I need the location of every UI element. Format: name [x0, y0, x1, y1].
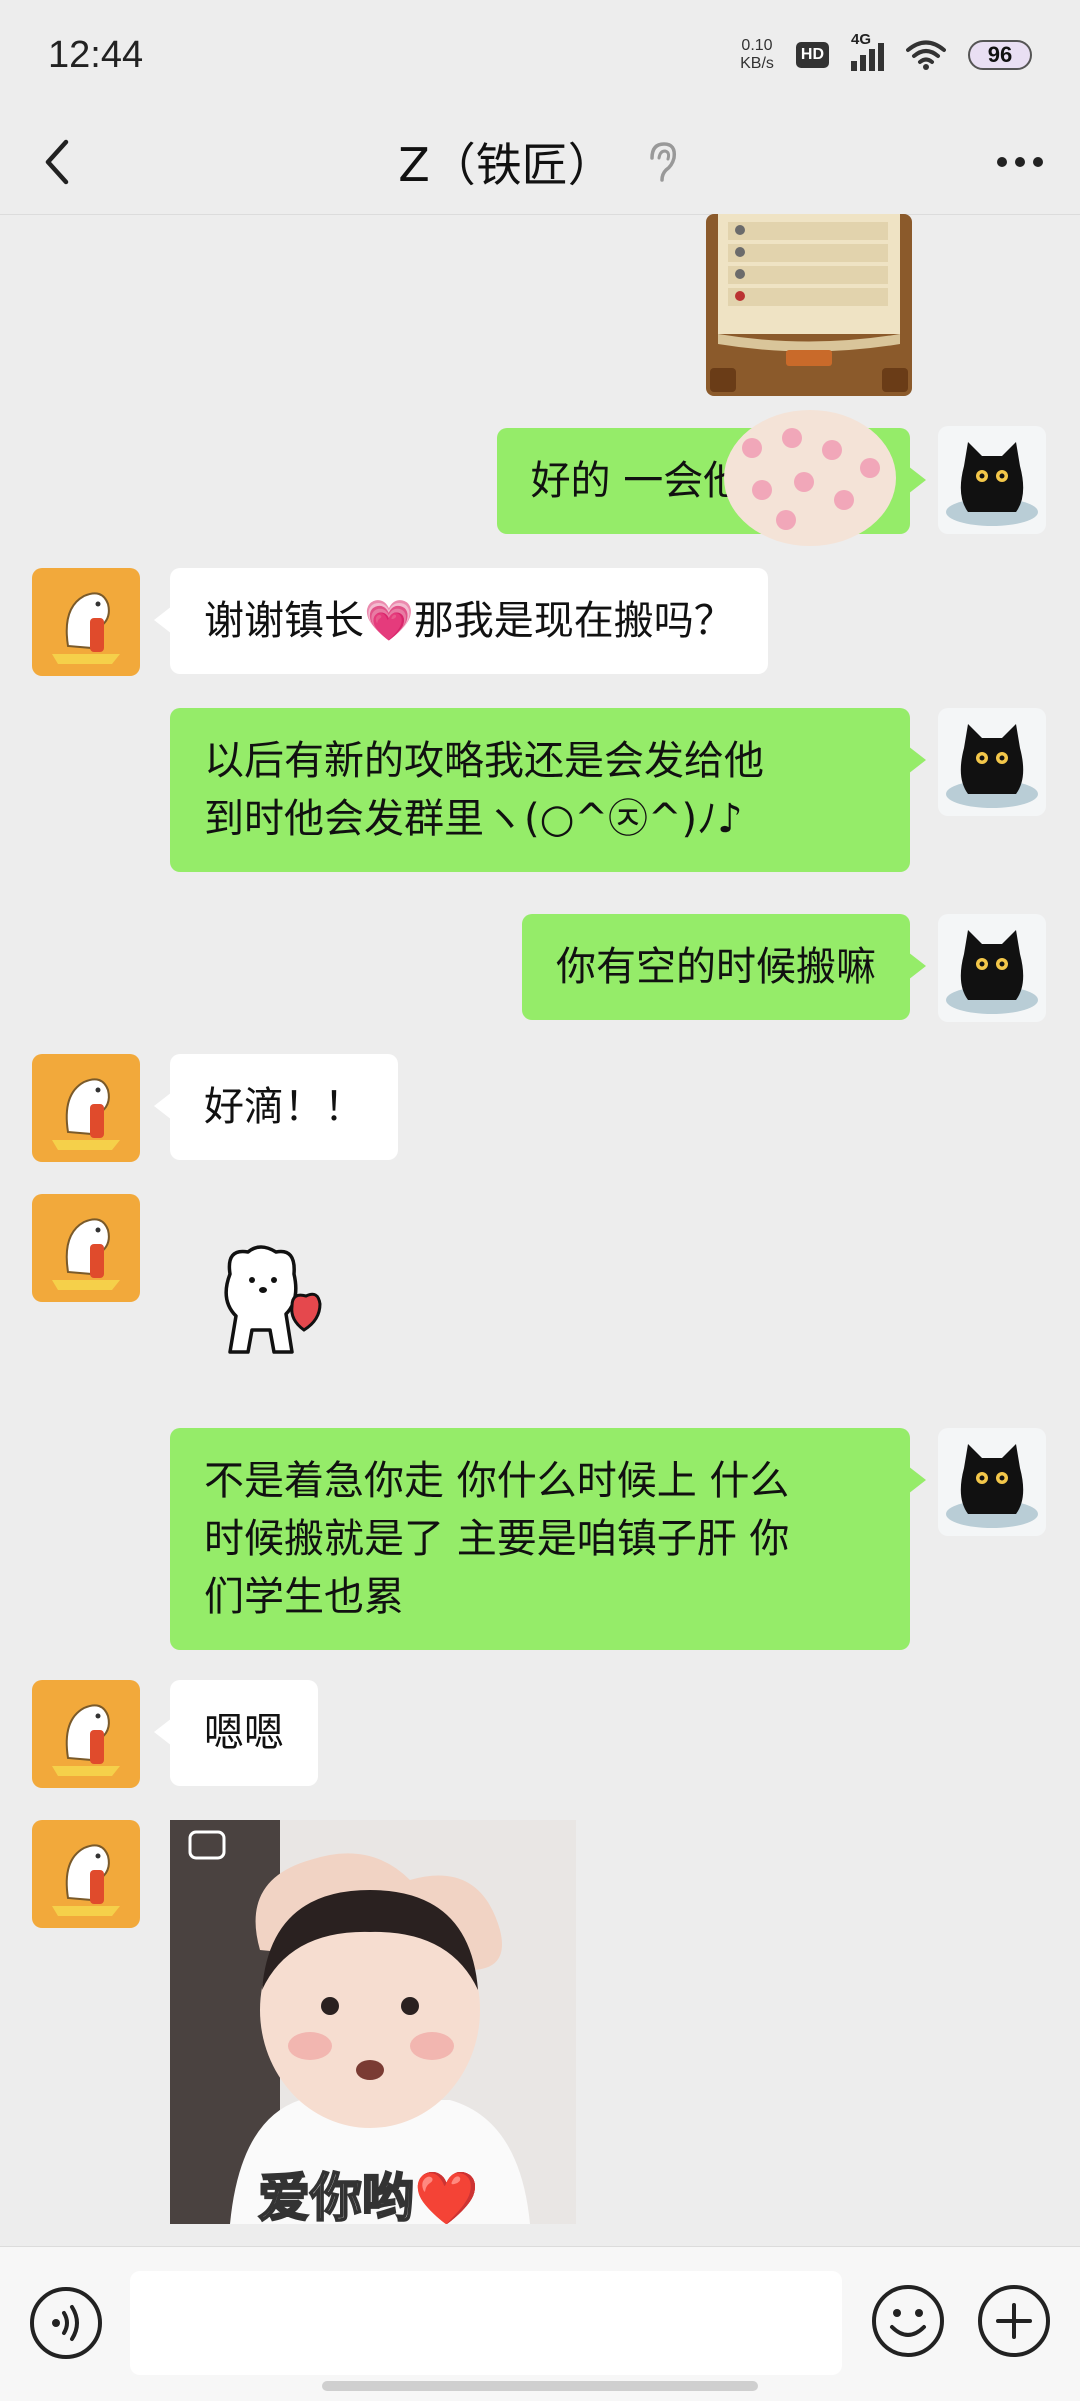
signal-icon: 4G [851, 31, 884, 71]
avatar-self[interactable] [938, 1428, 1046, 1536]
net-speed-unit: KB/s [740, 55, 774, 72]
message-bubble[interactable]: 不是着急你走 你什么时候上 什么 时候搬就是了 主要是咱镇子肝 你 们学生也累 [170, 1428, 926, 1650]
game-screenshot-image[interactable] [706, 214, 912, 396]
duck-chair-icon [52, 592, 120, 664]
avatar-self[interactable] [938, 426, 1046, 534]
black-cat-icon [946, 930, 1038, 1014]
chat-area[interactable]: 好的 一会他加你 吖 谢谢镇长💗那我是现在搬吗？ 以后有新的攻略我还是会发给他 … [0, 214, 1080, 2246]
net-speed: 0.10 KB/s [740, 37, 774, 73]
chat-title: Z（铁匠） [398, 129, 682, 195]
image-caption: 爱你哟❤️ [257, 2168, 480, 2224]
pig-pattern-overlay [724, 410, 896, 546]
input-bar [0, 2246, 1080, 2401]
avatar-contact[interactable] [32, 1194, 140, 1302]
avatar-self[interactable] [938, 708, 1046, 816]
message-row: 好的 一会他加你 吖 [0, 410, 1080, 546]
home-indicator[interactable] [322, 2381, 758, 2391]
contact-name: Z（铁匠） [398, 138, 614, 192]
duck-chair-icon [52, 1844, 120, 1916]
message-bubble[interactable]: 谢谢镇长💗那我是现在搬吗？ [154, 568, 768, 674]
ear-icon [650, 142, 676, 182]
message-bubble[interactable]: 好滴！！ [154, 1054, 398, 1160]
status-bar: 12:44 0.10 KB/s HD 4G 96 [0, 0, 1080, 110]
duck-chair-icon [52, 1078, 120, 1150]
emoji-icon[interactable] [870, 2283, 946, 2359]
duck-chair-icon [52, 1218, 120, 1290]
message-bubble[interactable]: 你有空的时候搬嘛 [522, 914, 926, 1020]
plus-icon[interactable] [976, 2283, 1052, 2359]
message-bubble[interactable]: 以后有新的攻略我还是会发给他 到时他会发群里ヽ(○^㉨^)ﾉ♪ [170, 708, 926, 872]
more-options-icon[interactable] [990, 142, 1050, 182]
avatar-contact[interactable] [32, 1680, 140, 1788]
dog-heart-sticker-icon[interactable] [200, 1234, 340, 1374]
avatar-self[interactable] [938, 914, 1046, 1022]
net-speed-value: 0.10 [741, 37, 773, 54]
wifi-icon [906, 40, 946, 70]
black-cat-icon [946, 1444, 1038, 1528]
avatar-contact[interactable] [32, 1054, 140, 1162]
avatar-contact[interactable] [32, 568, 140, 676]
avatar-contact[interactable] [32, 1820, 140, 1928]
message-input[interactable] [130, 2271, 842, 2375]
network-type: 4G [851, 31, 872, 48]
back-icon[interactable] [30, 132, 90, 192]
black-cat-icon [946, 442, 1038, 526]
status-icons: 0.10 KB/s HD 4G 96 [740, 31, 1032, 73]
message-bubble[interactable]: 嗯嗯 [154, 1680, 318, 1786]
hd-icon: HD [795, 42, 829, 68]
chat-header: Z（铁匠） [0, 110, 1080, 215]
black-cat-icon [946, 724, 1038, 808]
duck-chair-icon [52, 1704, 120, 1776]
battery-icon: 96 [968, 40, 1032, 70]
status-time: 12:44 [48, 33, 144, 76]
voice-input-icon[interactable] [28, 2285, 104, 2361]
baby-photo-image[interactable]: 爱你哟❤️ [170, 1820, 576, 2224]
